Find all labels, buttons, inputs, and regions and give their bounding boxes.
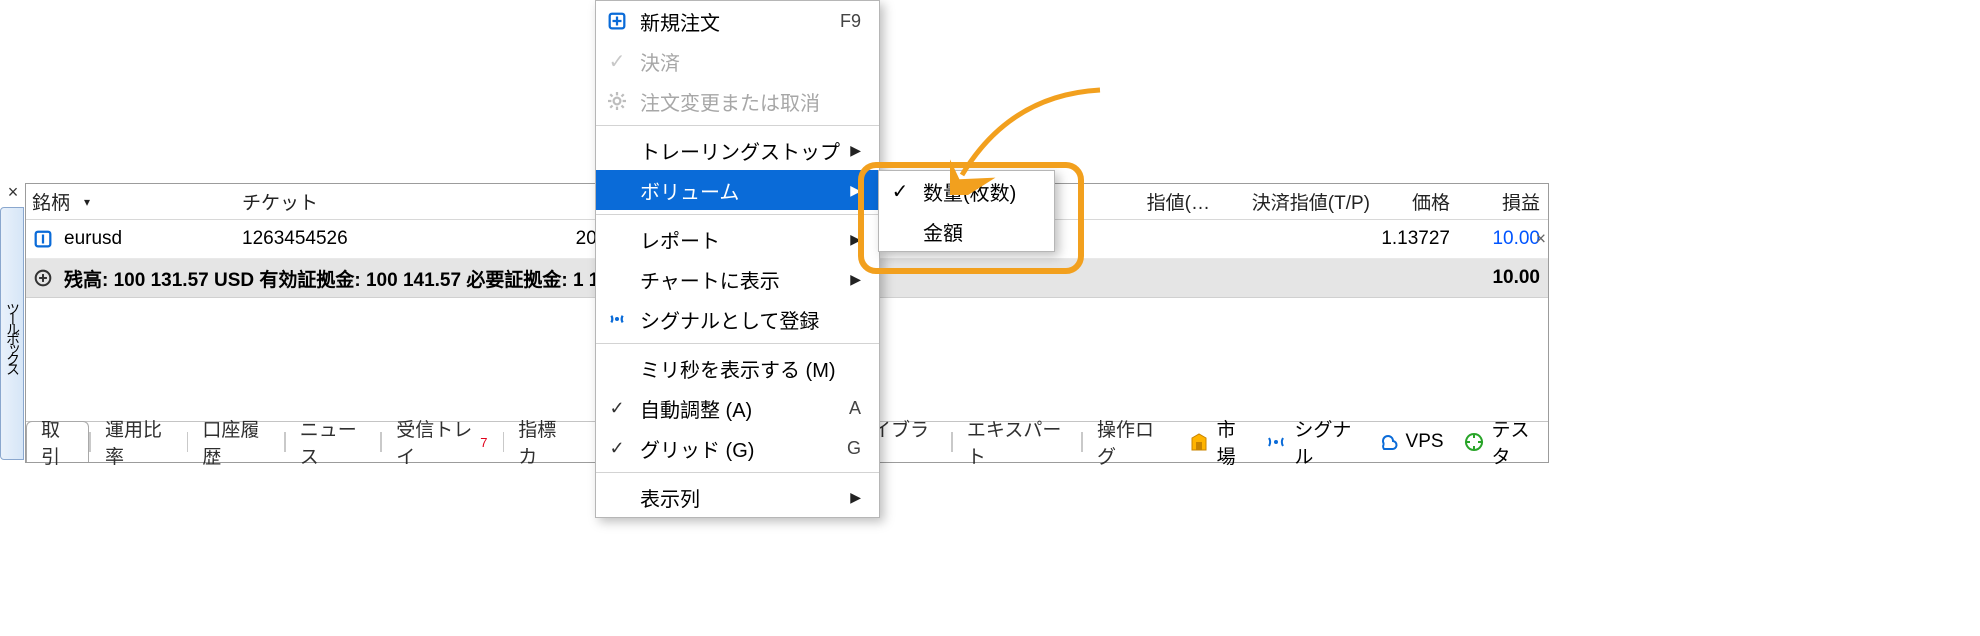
tab-mailbox[interactable]: 受信トレイ7 xyxy=(382,422,502,462)
tab-trade[interactable]: 取引 xyxy=(26,421,89,462)
menu-modify: 注文変更または取消 xyxy=(596,81,879,121)
menu-separator xyxy=(596,472,879,473)
tab-journal[interactable]: 操作ログ xyxy=(1083,422,1179,462)
menu-columns-label: 表示列 xyxy=(640,483,840,512)
menu-trailing-label: トレーリングストップ xyxy=(640,136,840,165)
menu-show-on-chart[interactable]: チャートに表示 ▶ xyxy=(596,259,879,299)
right-market-label: 市場 xyxy=(1217,415,1247,469)
panel-close-button[interactable]: × xyxy=(4,183,22,203)
header-ticket[interactable]: チケット xyxy=(236,184,446,219)
menu-close-label: 決済 xyxy=(640,47,861,76)
market-icon xyxy=(1189,432,1209,452)
expand-icon[interactable] xyxy=(32,267,54,289)
close-position-button[interactable]: × xyxy=(1535,229,1546,250)
sort-caret-icon: ▾ xyxy=(84,195,90,209)
tab-history[interactable]: 口座履歴 xyxy=(188,422,284,462)
menu-new-order-label: 新規注文 xyxy=(640,7,830,36)
menu-close: ✓ 決済 xyxy=(596,41,879,81)
menu-modify-label: 注文変更または取消 xyxy=(640,87,861,116)
submenu-lots-label: 数量(枚数) xyxy=(923,177,1038,206)
right-tester[interactable]: テスタ xyxy=(1454,422,1548,462)
menu-volume[interactable]: ボリューム ▶ xyxy=(596,170,879,210)
header-sl[interactable]: 指値(… xyxy=(1076,184,1216,219)
summary-pl: 10.00 xyxy=(1456,259,1546,297)
menu-report-label: レポート xyxy=(640,225,840,254)
summary-text-label: 残高: 100 131.57 USD 有効証拠金: 100 141.57 必要証… xyxy=(64,265,621,292)
menu-show-ms[interactable]: ミリ秒を表示する (M) xyxy=(596,348,879,388)
submenu-lots[interactable]: ✓ 数量(枚数) xyxy=(879,171,1054,211)
check-icon: ✓ xyxy=(604,49,630,74)
submenu-arrow-icon: ▶ xyxy=(850,489,861,506)
right-signals[interactable]: シグナル xyxy=(1256,422,1367,462)
menu-trailing-stop[interactable]: トレーリングストップ ▶ xyxy=(596,130,879,170)
right-vps-label: VPS xyxy=(1406,431,1444,453)
right-signals-label: シグナル xyxy=(1294,415,1357,469)
submenu-arrow-icon: ▶ xyxy=(850,182,861,199)
volume-submenu: ✓ 数量(枚数) 金額 xyxy=(878,170,1055,252)
menu-signal-label: シグナルとして登録 xyxy=(640,305,861,334)
menu-columns[interactable]: 表示列 ▶ xyxy=(596,477,879,517)
toolbox-vertical-tab[interactable]: ツールボックス xyxy=(0,207,24,460)
menu-new-order[interactable]: 新規注文 F9 xyxy=(596,1,879,41)
menu-grid-label: グリッド (G) xyxy=(640,434,837,463)
submenu-arrow-icon: ▶ xyxy=(850,271,861,288)
check-icon xyxy=(604,398,630,419)
menu-chart-label: チャートに表示 xyxy=(640,265,840,294)
context-menu: 新規注文 F9 ✓ 決済 注文変更または取消 トレーリングストップ ▶ ボリュー… xyxy=(595,0,880,518)
submenu-arrow-icon: ▶ xyxy=(850,142,861,159)
new-order-icon xyxy=(604,12,630,30)
menu-new-order-shortcut: F9 xyxy=(840,11,861,32)
tester-icon xyxy=(1464,432,1484,452)
menu-separator xyxy=(596,214,879,215)
header-symbol-label: 銘柄 xyxy=(32,188,70,215)
header-price[interactable]: 価格 xyxy=(1356,184,1456,219)
tab-exposure[interactable]: 運用比率 xyxy=(91,422,187,462)
menu-autosize-shortcut: A xyxy=(849,398,861,419)
menu-volume-label: ボリューム xyxy=(640,176,840,205)
header-tp[interactable]: 決済指値(T/P) xyxy=(1216,184,1376,219)
menu-grid[interactable]: グリッド (G) G xyxy=(596,428,879,468)
menu-ms-label: ミリ秒を表示する (M) xyxy=(640,354,861,383)
tab-mailbox-label: 受信トレイ xyxy=(396,415,478,469)
menu-separator xyxy=(596,343,879,344)
check-icon: ✓ xyxy=(887,179,913,204)
tab-calendar[interactable]: 指標カ xyxy=(504,422,583,462)
mailbox-badge: 7 xyxy=(480,435,487,450)
position-icon xyxy=(32,228,54,250)
cell-price: 1.13727 xyxy=(1356,220,1456,258)
tab-experts[interactable]: エキスパート xyxy=(953,422,1081,462)
check-icon xyxy=(604,438,630,459)
menu-autosize-label: 自動調整 (A) xyxy=(640,394,839,423)
cell-ticket: 1263454526 xyxy=(236,220,446,258)
gear-icon xyxy=(604,92,630,110)
menu-grid-shortcut: G xyxy=(847,438,861,459)
cell-symbol-text: eurusd xyxy=(64,228,122,250)
menu-separator xyxy=(596,125,879,126)
signal-icon xyxy=(604,310,630,328)
cell-pl: 10.00 xyxy=(1456,220,1546,258)
submenu-arrow-icon: ▶ xyxy=(850,231,861,248)
right-market[interactable]: 市場 xyxy=(1179,422,1257,462)
signals-icon xyxy=(1266,432,1286,452)
header-pl[interactable]: 損益 xyxy=(1456,184,1546,219)
right-tester-label: テスタ xyxy=(1492,415,1538,469)
submenu-money-label: 金額 xyxy=(923,217,1038,246)
tab-news[interactable]: ニュース xyxy=(286,422,381,462)
submenu-money[interactable]: 金額 xyxy=(879,211,1054,251)
menu-report[interactable]: レポート ▶ xyxy=(596,219,879,259)
menu-register-signal[interactable]: シグナルとして登録 xyxy=(596,299,879,339)
right-vps[interactable]: VPS xyxy=(1368,422,1454,462)
vps-icon xyxy=(1378,432,1398,452)
cell-symbol: eurusd xyxy=(26,220,236,258)
menu-autosize[interactable]: 自動調整 (A) A xyxy=(596,388,879,428)
header-symbol[interactable]: 銘柄 ▾ xyxy=(26,184,236,219)
